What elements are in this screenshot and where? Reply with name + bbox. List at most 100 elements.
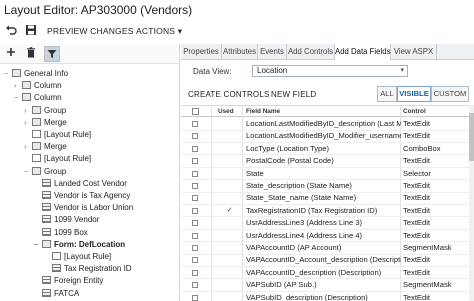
field-name-cell: State — [246, 168, 264, 178]
row-select-checkbox[interactable] — [192, 232, 198, 239]
tree-node[interactable]: › Merge — [24, 141, 67, 153]
row-select-checkbox[interactable] — [192, 294, 198, 301]
actions-menu-button[interactable]: ACTIONS ▾ — [136, 26, 182, 37]
grid-scrollbar[interactable] — [469, 105, 474, 301]
used-cell — [226, 194, 233, 202]
expand-icon[interactable]: › — [24, 142, 32, 154]
table-row[interactable]: State_State_name (State Name) TextEdit — [181, 192, 474, 205]
tree-node[interactable]: 1099 Vendor — [34, 214, 99, 226]
column-header-field-name[interactable]: Field Name — [246, 106, 280, 117]
collapse-icon[interactable]: − — [4, 69, 12, 81]
table-row[interactable]: UsrAddressLine3 (Address Line 3) TextEdit — [181, 217, 474, 230]
table-row[interactable]: LocType (Location Type) ComboBox — [181, 143, 474, 156]
field-name-cell: LocationLastModifiedByID_description (La… — [246, 119, 401, 128]
tree-node[interactable]: Tax Registration ID — [44, 263, 132, 275]
tree-node[interactable]: Foreign Entity — [34, 275, 103, 287]
row-select-checkbox[interactable] — [192, 158, 198, 165]
table-row[interactable]: VAPSubID (AP Sub.) SegmentMask — [181, 279, 474, 292]
tree-node[interactable]: Landed Cost Vendor — [34, 178, 127, 190]
filter-all-button[interactable]: ALL — [377, 86, 397, 102]
tree-node-label: [Layout Rule] — [44, 130, 92, 139]
tree-node[interactable]: › Column — [14, 80, 62, 92]
used-cell — [226, 244, 233, 252]
row-select-checkbox[interactable] — [192, 195, 198, 202]
field-name-cell: UsrAddressLine4 (Address Line 4) — [246, 230, 363, 240]
used-cell — [226, 145, 233, 153]
expand-icon[interactable]: › — [24, 106, 32, 118]
table-row[interactable]: LocationLastModifiedByID_description (La… — [181, 118, 474, 131]
column-header-control[interactable]: Control — [403, 106, 426, 117]
table-row[interactable]: State_description (State Name) TextEdit — [181, 180, 474, 193]
data-fields-grid: Used Field Name Control LocationLastModi… — [181, 105, 474, 301]
tree-node-label: Form: DefLocation — [54, 239, 126, 249]
data-view-value: Location — [257, 66, 288, 75]
collapse-icon[interactable]: − — [14, 93, 22, 105]
row-select-checkbox[interactable] — [192, 145, 198, 152]
save-icon[interactable] — [24, 24, 38, 38]
tree-node[interactable]: Vendor is Tax Agency — [34, 190, 130, 202]
select-all-checkbox[interactable] — [192, 108, 199, 115]
tab-add-data-fields[interactable]: Add Data Fields — [335, 44, 391, 61]
tab-view-aspx[interactable]: View ASPX — [391, 44, 437, 60]
preview-changes-button[interactable]: PREVIEW CHANGES — [47, 26, 134, 36]
row-select-checkbox[interactable] — [192, 183, 198, 189]
scrollbar-thumb[interactable] — [469, 113, 474, 161]
row-select-checkbox[interactable] — [192, 220, 198, 227]
tree-toolbar — [0, 44, 179, 64]
delete-icon[interactable] — [24, 47, 38, 61]
tree-node[interactable]: − Form: DefLocation — [34, 239, 125, 251]
row-select-checkbox[interactable] — [192, 269, 198, 276]
expand-icon[interactable]: › — [24, 118, 32, 130]
tree-node[interactable]: FATCA — [34, 288, 79, 300]
collapse-icon[interactable]: − — [34, 240, 42, 252]
data-view-select[interactable]: Location ▾ — [252, 65, 408, 77]
table-row[interactable]: PostalCode (Postal Code) TextEdit — [181, 155, 474, 168]
tree-node[interactable]: − Group — [24, 166, 66, 178]
create-controls-button[interactable]: CREATE CONTROLS — [188, 90, 270, 99]
field-name-cell: VAPAccountID (AP Account) — [246, 243, 342, 252]
tree-node[interactable]: › Group — [24, 105, 66, 117]
new-field-button[interactable]: NEW FIELD — [271, 90, 316, 99]
table-row[interactable]: VAPAccountID_Account_description (Descri… — [181, 254, 474, 267]
row-select-checkbox[interactable] — [192, 121, 198, 127]
row-select-checkbox[interactable] — [192, 257, 198, 264]
tree-node[interactable]: › Merge — [24, 117, 67, 129]
tab-properties[interactable]: Properties — [181, 44, 222, 60]
tree-node[interactable]: [Layout Rule] — [24, 129, 91, 141]
column-header-used[interactable]: Used — [218, 106, 234, 117]
folder-icon — [32, 117, 41, 126]
tab-bar: Properties Attributes Events Add Controls Ad… — [181, 44, 474, 61]
table-row[interactable]: ✓ TaxRegistrationID (Tax Registration ID)… — [181, 205, 474, 218]
row-select-checkbox[interactable] — [192, 170, 198, 177]
tab-add-controls[interactable]: Add Controls — [287, 44, 335, 60]
tree-node[interactable]: [Layout Rule] — [24, 153, 91, 165]
tree-node-label: Merge — [44, 117, 67, 127]
tree-node[interactable]: − General Info — [4, 68, 68, 80]
table-row[interactable]: UsrAddressLine4 (Address Line 4) TextEdit — [181, 230, 474, 243]
control-type-cell: TextEdit — [403, 267, 431, 277]
tree-node[interactable]: [Layout Rule] — [44, 251, 111, 263]
row-select-checkbox[interactable] — [192, 282, 198, 289]
row-select-checkbox[interactable] — [192, 133, 198, 140]
undo-icon[interactable] — [4, 24, 18, 38]
folder-icon — [32, 142, 41, 151]
filter-custom-button[interactable]: CUSTOM — [431, 86, 469, 102]
row-select-checkbox[interactable] — [192, 207, 198, 214]
filter-visible-button[interactable]: VISIBLE — [397, 86, 431, 102]
collapse-icon[interactable]: − — [24, 167, 32, 179]
table-row[interactable]: LocationLastModifiedByID_Modifier_userna… — [181, 130, 474, 143]
table-row[interactable]: State Selector — [181, 168, 474, 181]
row-select-checkbox[interactable] — [192, 245, 198, 251]
tree-node[interactable]: − Column — [14, 92, 62, 104]
table-row[interactable]: VAPSubID_description (Description) TextEd… — [181, 292, 474, 301]
filter-icon[interactable] — [44, 46, 60, 62]
tree-node[interactable]: Vendor is Labor Union — [34, 202, 133, 214]
tab-attributes[interactable]: Attributes — [222, 44, 258, 60]
actions-label: ACTIONS — [136, 26, 176, 36]
add-icon[interactable] — [4, 47, 18, 61]
table-row[interactable]: VAPAccountID (AP Account) SegmentMask — [181, 242, 474, 255]
tab-events[interactable]: Events — [258, 44, 287, 60]
table-row[interactable]: VAPAccountID_description (Description) Te… — [181, 267, 474, 280]
tree-node[interactable]: 1099 Box — [34, 227, 88, 239]
expand-icon[interactable]: › — [14, 81, 22, 93]
